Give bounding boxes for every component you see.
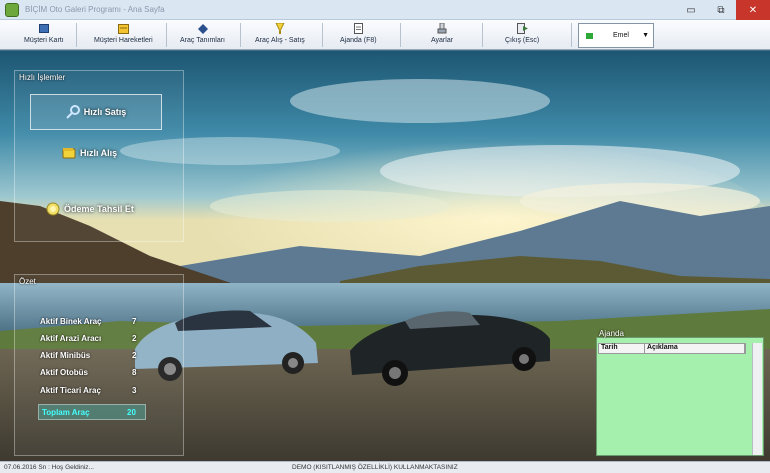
quick-sell-label: Hızlı Satış [83,107,127,117]
payment-collect-label: Ödeme Tahsil Et [64,204,134,214]
settings-button[interactable]: Ayarlar [431,22,453,48]
app-logo-icon [5,2,19,17]
key-icon [66,105,80,119]
customer-moves-icon [117,23,129,34]
window-controls: ▭ ⧉ ✕ [676,0,770,20]
summary-total-value: 20 [127,407,136,417]
summary-row: Aktif Otobüs 8 [40,368,145,380]
car-definitions-icon [197,23,209,34]
customer-card-label: Müşteri Kartı [24,37,64,44]
coin-icon [46,202,60,216]
customer-card-button[interactable]: Müşteri Kartı [24,22,64,48]
summary-label: Aktif Minibüs [40,351,91,360]
customer-moves-button[interactable]: Müşteri Hareketleri [94,22,153,48]
agenda-table-header: Tarih Açıklama [598,343,746,354]
agenda-icon [352,23,364,34]
summary-value: 2 [132,351,137,360]
maximize-button[interactable]: ⧉ [706,0,736,20]
summary-value: 2 [132,334,137,343]
close-button[interactable]: ✕ [736,0,770,20]
chevron-down-icon: ▼ [642,32,649,39]
status-left-text: 07.06.2016 Sn : Hoş Geldiniz... [4,464,94,471]
summary-label: Aktif Arazi Aracı [40,334,102,343]
summary-value: 7 [132,317,137,326]
status-demo-notice: DEMO (KISITLANMIŞ ÖZELLİKLİ) KULLANMAKTA… [292,464,458,471]
main-toolbar: Müşteri Kartı Müşteri Hareketleri Araç T… [0,20,770,50]
settings-icon [436,23,448,34]
exit-button[interactable]: Çıkış (Esc) [505,22,539,48]
summary-row: Aktif Minibüs 2 [40,351,145,363]
agenda-label: Ajanda (F8) [340,37,377,44]
quick-sell-button[interactable]: Hızlı Satış [30,94,162,130]
quick-buy-label: Hızlı Alış [80,148,118,158]
user-name: Emel [613,32,629,39]
summary-total-label: Toplam Araç [42,407,90,417]
settings-label: Ayarlar [431,37,454,44]
customer-moves-label: Müşteri Hareketleri [94,37,153,44]
window-title: BİÇİM Oto Galeri Programı - Ana Sayfa [25,5,165,14]
customer-card-icon [38,23,50,34]
summary-panel: Özet [14,274,184,456]
summary-row: Aktif Binek Araç 7 [40,317,145,329]
summary-value: 8 [132,368,137,377]
user-status-icon [586,32,593,39]
minimize-button[interactable]: ▭ [676,0,706,20]
quick-actions-title: Hızlı İşlemler [19,73,66,82]
agenda-scrollbar[interactable] [752,343,762,455]
quick-buy-button[interactable]: Hızlı Alış [62,145,162,161]
summary-label: Aktif Ticari Araç [40,386,101,395]
wallet-icon [62,148,76,159]
title-bar: BİÇİM Oto Galeri Programı - Ana Sayfa ▭ … [0,0,770,20]
user-selector[interactable]: Emel ▼ [578,23,654,48]
agenda-column-description[interactable]: Açıklama [645,344,745,353]
summary-label: Aktif Binek Araç [40,317,102,326]
agenda-title: Ajanda [599,329,624,338]
exit-label: Çıkış (Esc) [505,37,540,44]
summary-title: Özet [19,277,36,286]
summary-total[interactable]: Toplam Araç 20 [38,404,146,420]
payment-collect-button[interactable]: Ödeme Tahsil Et [46,201,174,217]
agenda-column-date[interactable]: Tarih [599,344,645,353]
car-definitions-button[interactable]: Araç Tanımları [180,22,225,48]
buy-sell-label: Araç Alış - Satış [255,37,305,44]
agenda-button[interactable]: Ajanda (F8) [340,22,377,48]
buy-sell-icon [274,23,286,34]
summary-row: Aktif Arazi Aracı 2 [40,334,145,346]
exit-icon [516,23,528,34]
summary-value: 3 [132,386,137,395]
status-bar: 07.06.2016 Sn : Hoş Geldiniz... DEMO (KI… [0,461,770,473]
summary-label: Aktif Otobüs [40,368,88,377]
car-definitions-label: Araç Tanımları [180,37,225,44]
agenda-panel: Ajanda Tarih Açıklama [596,329,764,456]
summary-row: Aktif Ticari Araç 3 [40,386,145,398]
buy-sell-button[interactable]: Araç Alış - Satış [255,22,305,48]
